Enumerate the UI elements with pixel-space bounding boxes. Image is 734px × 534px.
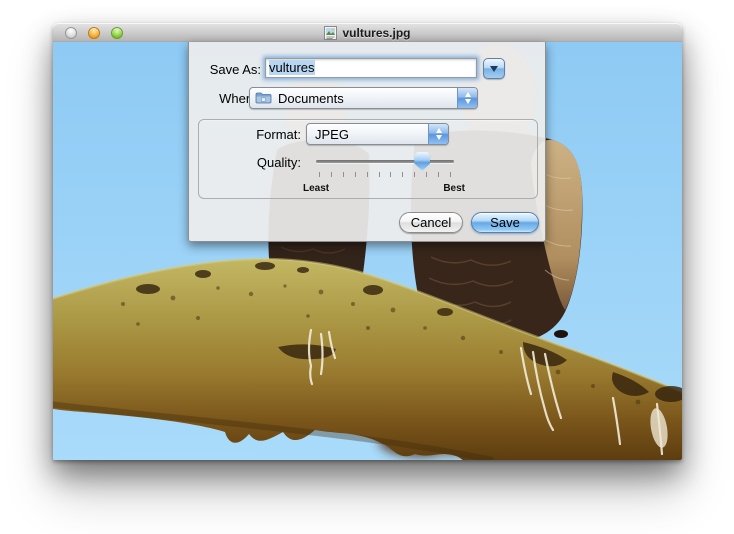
save-as-input[interactable]: vultures [265,58,477,78]
chevron-down-icon [490,65,498,72]
document-icon [324,25,338,40]
save-as-label: Save As: [209,62,261,77]
quality-min-label: Least [303,183,330,194]
format-value: JPEG [315,126,349,142]
quality-label: Quality: [256,155,301,170]
save-dialog-sheet: Save As: vultures Where: Documents Forma… [188,42,546,242]
where-popup[interactable]: Documents [249,87,478,109]
folder-icon [255,92,272,104]
quality-slider-track[interactable] [316,160,454,163]
format-label: Format: [256,127,301,142]
quality-max-label: Best [443,183,465,194]
titlebar[interactable]: vultures.jpg [53,23,682,43]
window-title: vultures.jpg [342,25,411,40]
window-controls [65,27,123,39]
save-button-label: Save [490,215,520,230]
minimize-button[interactable] [88,27,100,39]
expand-dialog-button[interactable] [483,58,505,79]
save-as-value: vultures [269,60,315,75]
popup-stepper-icon [428,124,448,144]
where-value: Documents [278,90,344,106]
popup-stepper-icon [457,88,477,108]
cancel-button[interactable]: Cancel [399,212,463,233]
quality-slider[interactable]: Least Best [303,150,465,194]
cancel-button-label: Cancel [410,215,452,230]
close-button[interactable] [65,27,77,39]
save-button[interactable]: Save [471,212,539,233]
quality-ticks [319,172,451,177]
window: vultures.jpg Save As: vultures Where: Do… [53,23,682,460]
quality-slider-thumb[interactable] [414,152,431,171]
zoom-button[interactable] [111,27,123,39]
format-popup[interactable]: JPEG [306,123,449,145]
